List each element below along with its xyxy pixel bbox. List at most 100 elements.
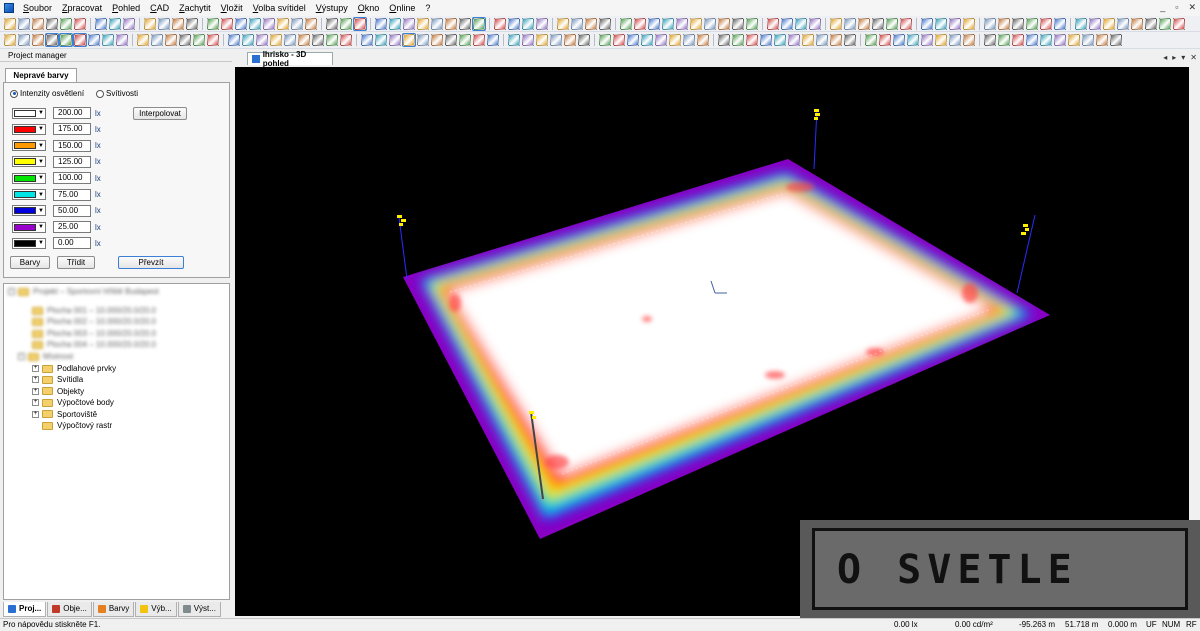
menu-help[interactable]: ? xyxy=(420,0,435,16)
toolbar-tool-icon[interactable] xyxy=(263,17,275,30)
toolbar-tool-icon[interactable] xyxy=(676,17,688,30)
collapse-icon[interactable]: − xyxy=(18,353,25,360)
toolbar-tool-icon[interactable] xyxy=(291,17,303,30)
scroll-right-icon[interactable]: ▸ xyxy=(1172,53,1176,62)
toolbar-tool-icon[interactable] xyxy=(578,34,590,46)
toolbar-tool-icon[interactable] xyxy=(1159,17,1171,30)
toolbar-tool-icon[interactable] xyxy=(221,17,233,30)
color-picker[interactable]: ▼ xyxy=(12,189,46,200)
toolbar-tool-icon[interactable] xyxy=(1096,34,1108,46)
tree-item[interactable]: + Svítidla xyxy=(32,374,83,385)
level-value-input[interactable]: 50.00 xyxy=(53,204,91,217)
toolbar-tool-icon[interactable] xyxy=(459,34,471,46)
toolbar-tool-icon[interactable] xyxy=(809,17,821,30)
toolbar-tool-icon[interactable] xyxy=(627,34,639,46)
toolbar-tool-icon[interactable] xyxy=(88,34,100,46)
toolbar-tool-icon[interactable] xyxy=(760,34,772,46)
toolbar-tool-icon[interactable] xyxy=(32,17,44,30)
toolbar-tool-icon[interactable] xyxy=(690,17,702,30)
toolbar-tool-icon[interactable] xyxy=(984,34,996,46)
toolbar-tool-icon[interactable] xyxy=(151,34,163,46)
toolbar-tool-icon[interactable] xyxy=(599,34,611,46)
radio-luminance[interactable]: Svítivosti xyxy=(96,89,138,98)
toolbar-tool-icon[interactable] xyxy=(186,17,198,30)
toolbar-tool-icon[interactable] xyxy=(1075,17,1087,30)
color-picker[interactable]: ▼ xyxy=(12,172,46,184)
close-view-icon[interactable]: ✕ xyxy=(1190,53,1197,62)
toolbar-tool-icon[interactable] xyxy=(109,17,121,30)
toolbar-tool-icon[interactable] xyxy=(641,34,653,46)
toolbar-tool-icon[interactable] xyxy=(249,17,261,30)
toolbar-tool-icon[interactable] xyxy=(1103,17,1115,30)
menu-okno[interactable]: Okno xyxy=(353,0,385,16)
toolbar-tool-icon[interactable] xyxy=(1117,17,1129,30)
toolbar-tool-icon[interactable] xyxy=(718,34,730,46)
toolbar-tool-icon[interactable] xyxy=(60,17,72,30)
toolbar-tool-icon[interactable] xyxy=(774,34,786,46)
toolbar-tool-icon[interactable] xyxy=(445,34,457,46)
tree-item[interactable]: + Sportoviště xyxy=(32,409,97,420)
interpolate-button[interactable]: Interpolovat xyxy=(133,107,187,120)
toolbar-tool-icon[interactable] xyxy=(1131,17,1143,30)
toolbar-tool-icon[interactable] xyxy=(207,34,219,46)
toolbar-tool-icon[interactable] xyxy=(795,17,807,30)
toolbar-tool-icon[interactable] xyxy=(508,34,520,46)
level-value-input[interactable]: 175.00 xyxy=(53,123,91,136)
dropdown-icon[interactable]: ▾ xyxy=(1181,53,1185,62)
color-picker[interactable]: ▼ xyxy=(12,123,46,135)
toolbar-tool-icon[interactable] xyxy=(172,17,184,30)
toolbar-tool-icon[interactable] xyxy=(984,17,996,30)
toolbar-tool-icon[interactable] xyxy=(361,34,373,46)
tree-item[interactable]: + Podlahové prvky xyxy=(32,363,116,374)
toolbar-tool-icon[interactable] xyxy=(697,34,709,46)
color-picker[interactable]: ▼ xyxy=(12,140,46,152)
toolbar-tool-icon[interactable] xyxy=(473,34,485,46)
tree-room[interactable]: − Místnost xyxy=(18,351,73,362)
toolbar-tool-icon[interactable] xyxy=(389,17,401,30)
menu-zpracovat[interactable]: Zpracovat xyxy=(57,0,107,16)
toolbar-tool-icon[interactable] xyxy=(718,17,730,30)
toolbar-tool-icon[interactable] xyxy=(179,34,191,46)
toolbar-tool-icon[interactable] xyxy=(494,17,506,30)
level-value-input[interactable]: 25.00 xyxy=(53,221,91,234)
toolbar-tool-icon[interactable] xyxy=(277,17,289,30)
level-value-input[interactable]: 125.00 xyxy=(53,155,91,168)
toolbar-tool-icon[interactable] xyxy=(389,34,401,46)
toolbar-tool-icon[interactable] xyxy=(522,34,534,46)
toolbar-tool-icon[interactable] xyxy=(340,34,352,46)
toolbar-tool-icon[interactable] xyxy=(571,17,583,30)
toolbar-tool-icon[interactable] xyxy=(585,17,597,30)
menu-cad[interactable]: CAD xyxy=(145,0,174,16)
toolbar-tool-icon[interactable] xyxy=(4,17,16,30)
toolbar-tool-icon[interactable] xyxy=(165,34,177,46)
toolbar-tool-icon[interactable] xyxy=(45,33,59,47)
menu-vystupy[interactable]: Výstupy xyxy=(311,0,353,16)
toolbar-tool-icon[interactable] xyxy=(417,17,429,30)
toolbar-tool-icon[interactable] xyxy=(123,17,135,30)
toolbar-tool-icon[interactable] xyxy=(669,34,681,46)
close-icon[interactable]: ✕ xyxy=(1188,2,1196,13)
toolbar-tool-icon[interactable] xyxy=(1110,34,1122,46)
toolbar-tool-icon[interactable] xyxy=(508,17,520,30)
toolbar-tool-icon[interactable] xyxy=(662,17,674,30)
toolbar-tool-icon[interactable] xyxy=(872,17,884,30)
toolbar-tool-icon[interactable] xyxy=(431,34,443,46)
toolbar-tool-icon[interactable] xyxy=(137,34,149,46)
toolbar-tool-icon[interactable] xyxy=(1026,17,1038,30)
toolbar-tool-icon[interactable] xyxy=(417,34,429,46)
menu-volba-svitidel[interactable]: Volba svítidel xyxy=(248,0,311,16)
toolbar-tool-icon[interactable] xyxy=(326,34,338,46)
app-icon[interactable] xyxy=(4,3,14,13)
toolbar-tool-icon[interactable] xyxy=(18,34,30,46)
toolbar-tool-icon[interactable] xyxy=(1054,34,1066,46)
toolbar-tool-icon[interactable] xyxy=(472,16,486,31)
toolbar-tool-icon[interactable] xyxy=(620,17,632,30)
toolbar-tool-icon[interactable] xyxy=(4,34,16,46)
toolbar-tool-icon[interactable] xyxy=(235,17,247,30)
toolbar-tool-icon[interactable] xyxy=(704,17,716,30)
level-value-input[interactable]: 75.00 xyxy=(53,188,91,201)
toolbar-tool-icon[interactable] xyxy=(767,17,779,30)
toolbar-tool-icon[interactable] xyxy=(158,17,170,30)
toolbar-tool-icon[interactable] xyxy=(816,34,828,46)
toolbar-tool-icon[interactable] xyxy=(228,34,240,46)
